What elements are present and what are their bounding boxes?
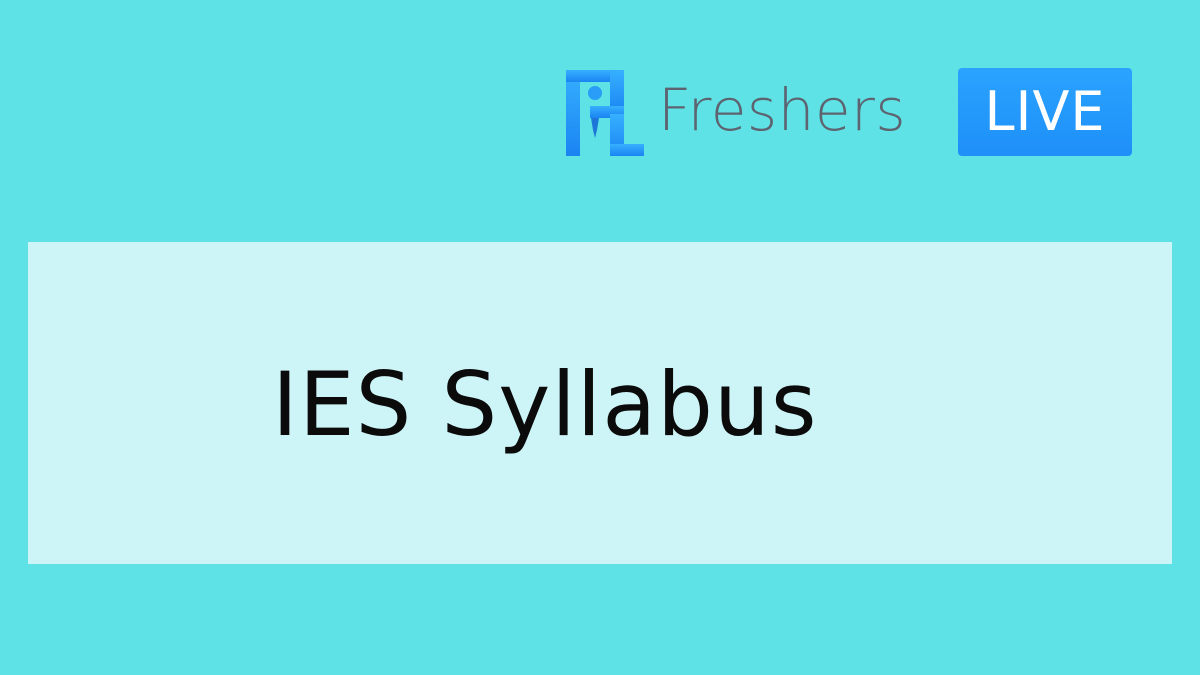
page: Freshers LIVE IES Syllabus xyxy=(0,0,1200,675)
logo-badge-text: LIVE xyxy=(984,80,1106,143)
freshers-live-logo-icon xyxy=(566,70,644,156)
logo-live-badge: LIVE xyxy=(958,68,1132,156)
page-title: IES Syllabus xyxy=(272,353,818,456)
title-card: IES Syllabus xyxy=(28,242,1172,564)
freshers-live-logo[interactable]: Freshers LIVE xyxy=(564,66,1134,158)
logo-brand-text: Freshers xyxy=(658,76,907,144)
